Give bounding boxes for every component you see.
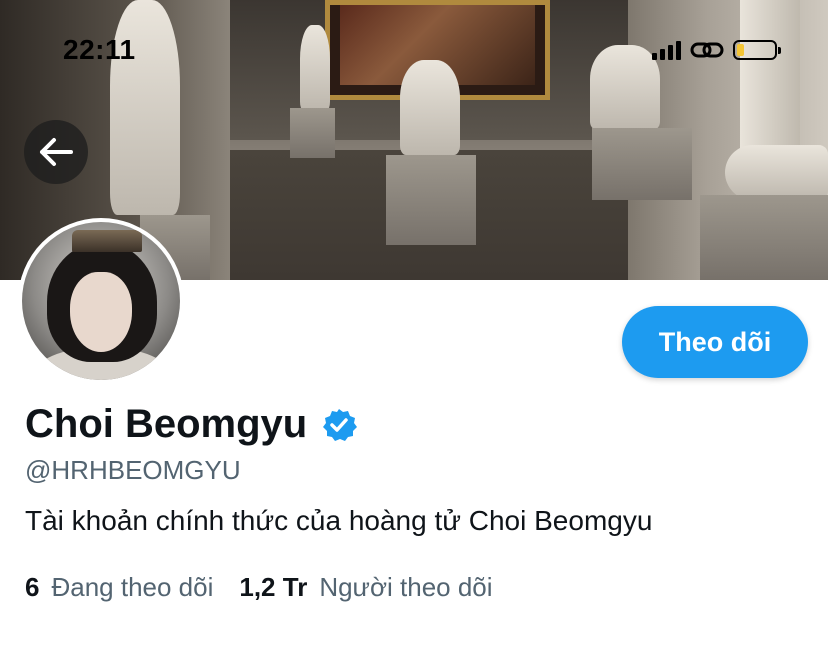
banner-statue [400, 60, 460, 155]
status-icons [652, 38, 781, 62]
profile-stats: 6 Đang theo dõi 1,2 Tr Người theo dõi [25, 572, 519, 603]
back-button[interactable] [24, 120, 88, 184]
followers-count[interactable]: 1,2 Tr [239, 572, 307, 603]
following-count[interactable]: 6 [25, 572, 39, 603]
follow-button[interactable]: Theo dõi [622, 306, 808, 378]
banner-pedestal [290, 108, 335, 158]
cellular-signal-icon [652, 40, 681, 60]
followers-label[interactable]: Người theo dõi [319, 572, 492, 603]
banner-statue [110, 0, 180, 215]
arrow-left-icon [40, 138, 73, 166]
banner-statue [590, 45, 660, 130]
profile-avatar[interactable] [18, 218, 184, 384]
display-name: Choi Beomgyu [25, 402, 308, 446]
status-time: 22:11 [63, 34, 136, 65]
link-icon [690, 42, 724, 58]
banner-pedestal [386, 155, 476, 245]
banner-statue [725, 145, 828, 200]
avatar-photo [22, 222, 180, 380]
banner-statue [300, 25, 330, 110]
user-handle: @HRHBEOMGYU [25, 455, 241, 485]
banner-pedestal [592, 128, 692, 200]
battery-icon [733, 40, 781, 60]
banner-pedestal [700, 195, 828, 280]
battery-level [737, 44, 744, 56]
verified-badge-icon [323, 408, 358, 441]
profile-bio: Tài khoản chính thức của hoàng tử Choi B… [25, 505, 653, 536]
name-row: Choi Beomgyu [25, 402, 358, 447]
following-label[interactable]: Đang theo dõi [51, 572, 213, 603]
